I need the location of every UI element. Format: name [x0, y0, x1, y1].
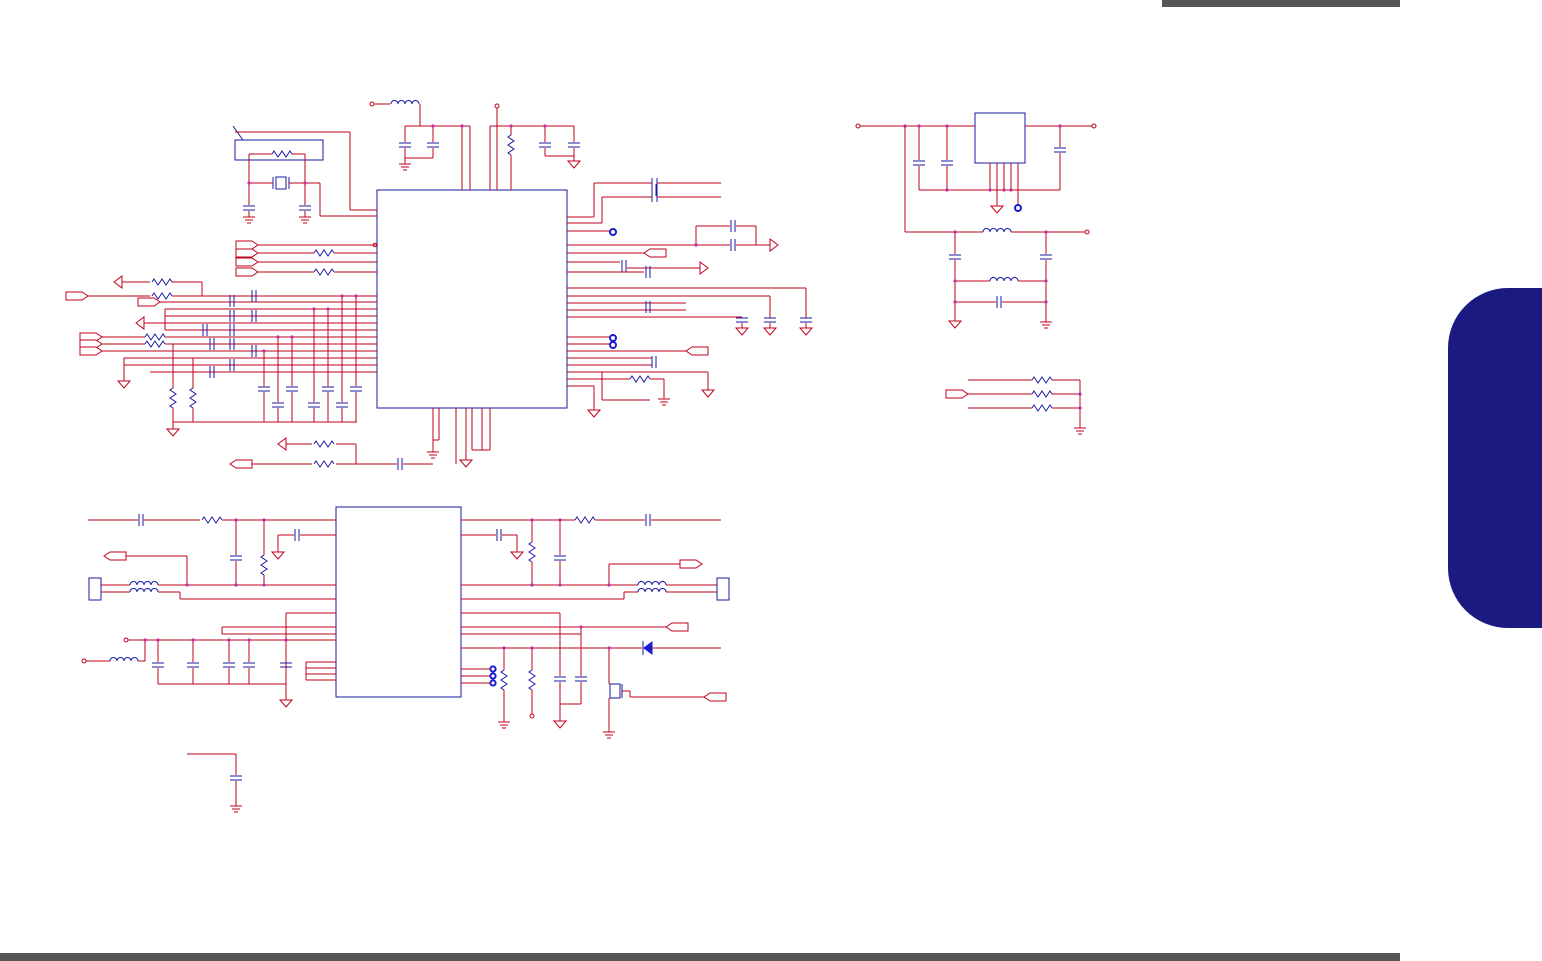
schematic-drawing: [65, 100, 1097, 813]
lower-ic-section: [81, 506, 730, 813]
resistor-array-section: [945, 376, 1087, 435]
regulator-ic[interactable]: [974, 112, 1026, 164]
footer-bar: [0, 953, 1400, 961]
chapter-side-tab[interactable]: [1448, 288, 1542, 628]
main-ic-section: [65, 100, 813, 471]
regulator-section: [855, 112, 1097, 329]
main-ic[interactable]: [376, 189, 568, 409]
lower-ic[interactable]: [335, 506, 462, 698]
